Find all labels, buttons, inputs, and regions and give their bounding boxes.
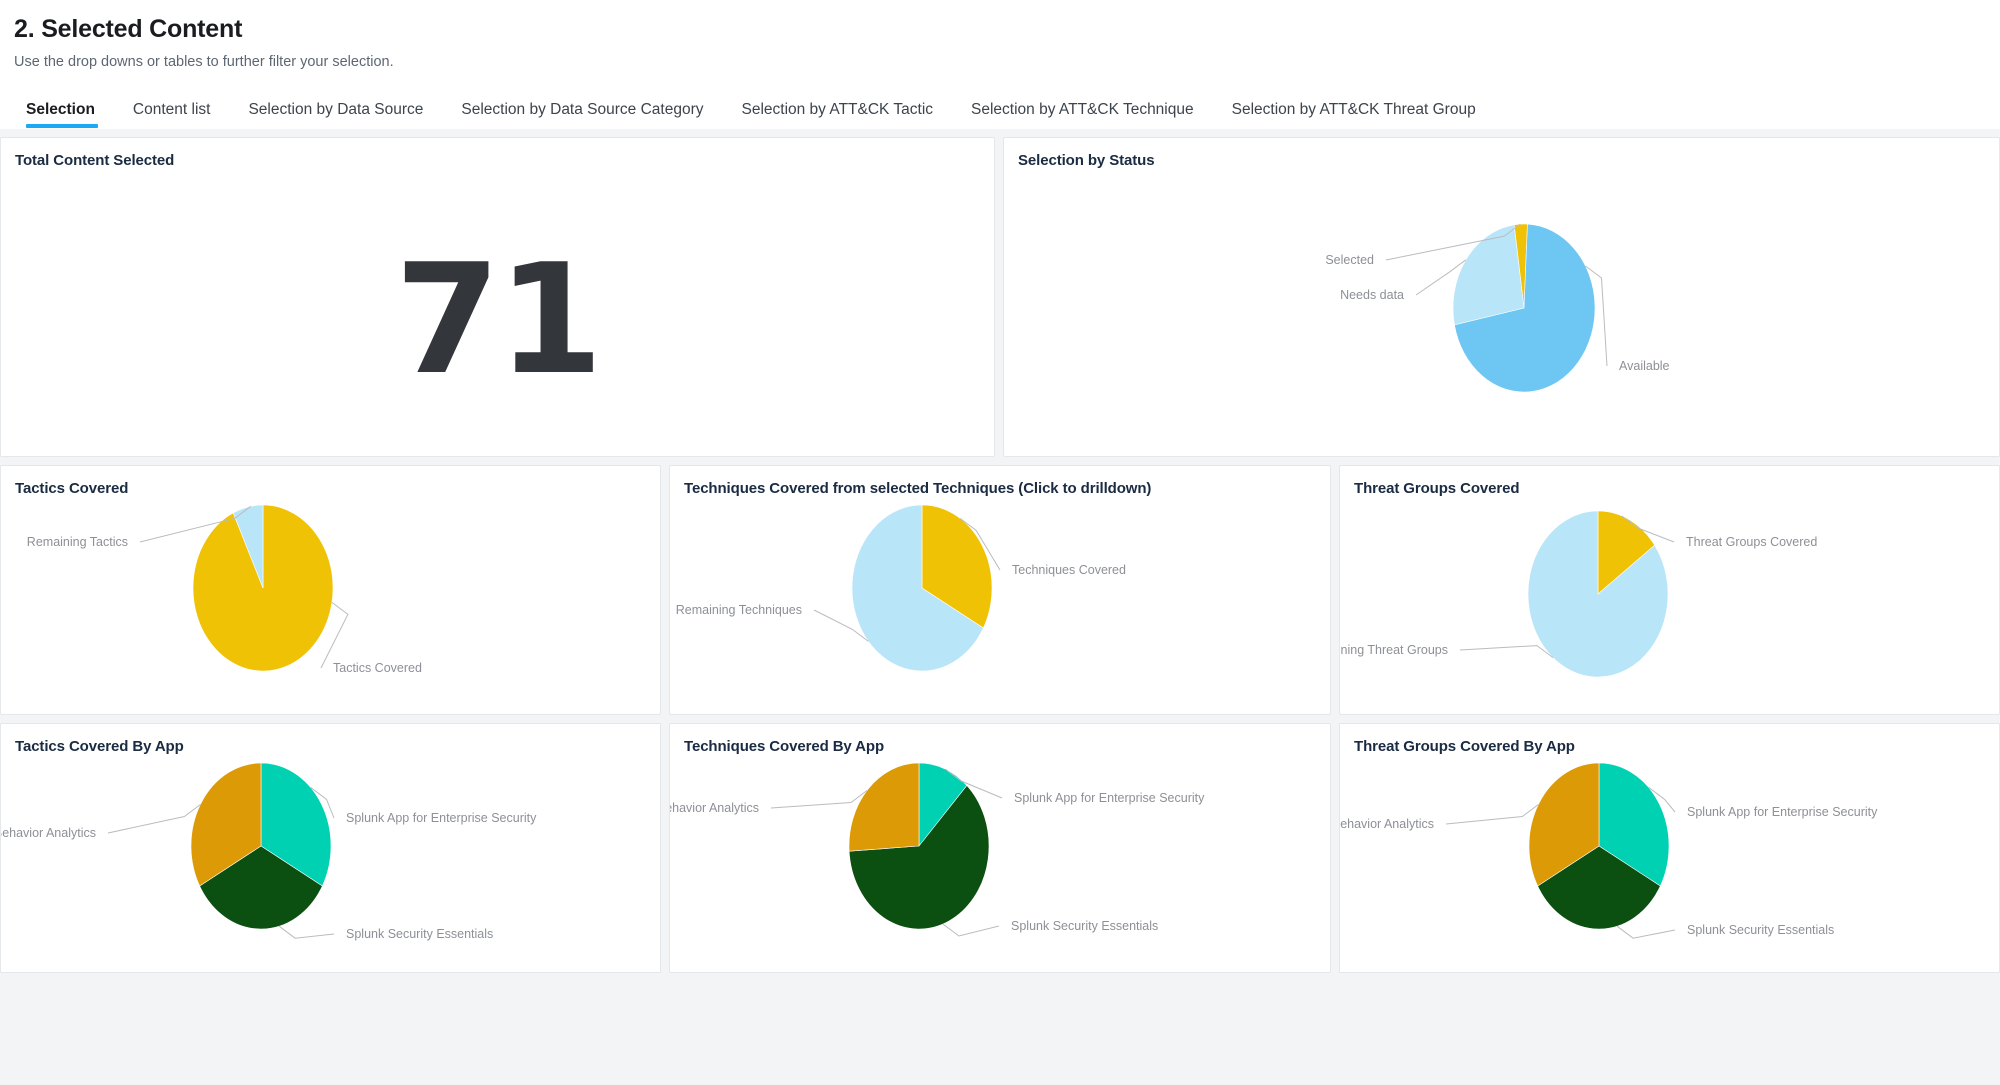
panel-selection-by-status: Selection by Status Selected Available Nee… — [1003, 137, 2000, 457]
panel-techniques-covered-by-app: Techniques Covered By App Splunk App for… — [669, 723, 1331, 973]
svg-text:Splunk User Behavior Analytics: Splunk User Behavior Analytics — [670, 801, 759, 815]
chart-techniques-covered-by-app[interactable]: Splunk App for Enterprise Security Splunk… — [670, 724, 1330, 972]
svg-text:Remaining Threat Groups: Remaining Threat Groups — [1340, 643, 1448, 657]
tab-content-list[interactable]: Content list — [114, 101, 230, 129]
svg-text:Splunk App for Enterprise Secu: Splunk App for Enterprise Security — [1687, 805, 1878, 819]
chart-techniques-covered[interactable]: Techniques Covered Remaining Techniques — [670, 466, 1330, 714]
chart-tactics-covered-by-app[interactable]: Splunk App for Enterprise Security Splunk… — [1, 724, 660, 972]
chart-selection-by-status[interactable]: Selected Available Needs data — [1004, 138, 1999, 456]
tab-selection-by-data-source-category[interactable]: Selection by Data Source Category — [442, 101, 722, 129]
panel-grid: Total Content Selected 71 Selection by S… — [0, 137, 2000, 973]
tab-bar: Selection Content list Selection by Data… — [14, 89, 2000, 128]
tab-selection-by-attack-threat-group[interactable]: Selection by ATT&CK Threat Group — [1213, 101, 1495, 129]
svg-text:Splunk App for Enterprise Secu: Splunk App for Enterprise Security — [346, 811, 537, 825]
panel-title-total-content-selected: Total Content Selected — [15, 152, 175, 169]
svg-text:Remaining Techniques: Remaining Techniques — [676, 603, 802, 617]
panel-row-1: Total Content Selected 71 Selection by S… — [0, 137, 2000, 457]
panel-threat-groups-covered: Threat Groups Covered Threat Groups Cove… — [1339, 465, 2000, 715]
svg-text:Splunk Security Essentials: Splunk Security Essentials — [346, 927, 493, 941]
panel-threat-groups-covered-by-app: Threat Groups Covered By App Splunk App … — [1339, 723, 2000, 973]
chart-threat-groups-covered-by-app[interactable]: Splunk App for Enterprise Security Splunk… — [1340, 724, 1999, 972]
total-content-selected-value: 71 — [394, 231, 604, 408]
chart-tactics-covered[interactable]: Tactics Covered Remaining Tactics — [1, 466, 660, 714]
page-header: 2. Selected Content Use the drop downs o… — [0, 0, 2000, 129]
svg-text:Splunk Security Essentials: Splunk Security Essentials — [1011, 919, 1158, 933]
dashboard-page: 2. Selected Content Use the drop downs o… — [0, 0, 2000, 1085]
chart-threat-groups-covered[interactable]: Threat Groups Covered Remaining Threat Gr… — [1340, 466, 1999, 714]
page-title: 2. Selected Content — [14, 15, 243, 43]
svg-text:Splunk User Behavior Analytics: Splunk User Behavior Analytics — [1340, 817, 1434, 831]
panel-tactics-covered-by-app: Tactics Covered By App Splunk App for En… — [0, 723, 661, 973]
panel-total-content-selected: Total Content Selected 71 — [0, 137, 995, 457]
svg-text:Remaining Tactics: Remaining Tactics — [27, 535, 128, 549]
svg-text:Splunk App for Enterprise Secu: Splunk App for Enterprise Security — [1014, 791, 1205, 805]
svg-text:Tactics Covered: Tactics Covered — [333, 661, 422, 675]
svg-text:Splunk Security Essentials: Splunk Security Essentials — [1687, 923, 1834, 937]
panel-row-2: Tactics Covered Tactics Covered Remaining… — [0, 465, 2000, 715]
panel-techniques-covered: Techniques Covered from selected Techniq… — [669, 465, 1331, 715]
tab-selection-by-attack-tactic[interactable]: Selection by ATT&CK Tactic — [722, 101, 952, 129]
tab-selection-by-data-source[interactable]: Selection by Data Source — [229, 101, 442, 129]
svg-text:Splunk User Behavior Analytics: Splunk User Behavior Analytics — [1, 826, 96, 840]
svg-text:Needs data: Needs data — [1340, 288, 1404, 302]
single-value-wrap: 71 — [1, 190, 994, 450]
page-subtitle: Use the drop downs or tables to further … — [14, 54, 394, 70]
svg-text:Selected: Selected — [1325, 253, 1374, 267]
panel-row-3: Tactics Covered By App Splunk App for En… — [0, 723, 2000, 973]
svg-text:Threat Groups Covered: Threat Groups Covered — [1686, 535, 1817, 549]
svg-text:Available: Available — [1619, 359, 1670, 373]
svg-text:Techniques Covered: Techniques Covered — [1012, 563, 1126, 577]
tab-selection[interactable]: Selection — [14, 101, 114, 129]
tab-selection-by-attack-technique[interactable]: Selection by ATT&CK Technique — [952, 101, 1213, 129]
tab-bar-rule — [0, 128, 2000, 129]
panel-tactics-covered: Tactics Covered Tactics Covered Remaining… — [0, 465, 661, 715]
